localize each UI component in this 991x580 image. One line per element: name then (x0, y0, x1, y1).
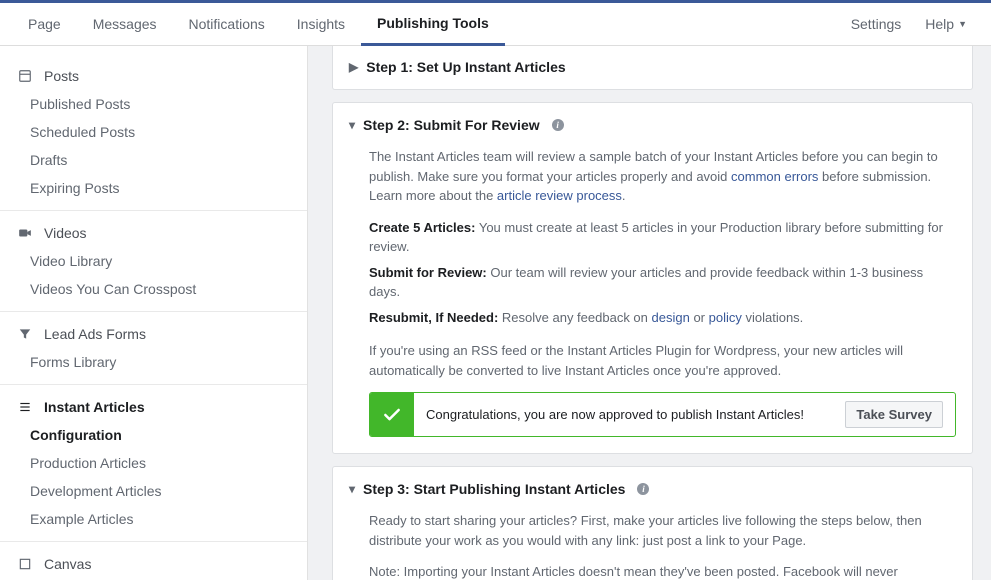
sidebar-header-canvas-label: Canvas (44, 556, 91, 572)
sidebar: Posts Published Posts Scheduled Posts Dr… (0, 46, 308, 580)
nav-help-label: Help (925, 16, 954, 32)
sidebar-header-lead-forms[interactable]: Lead Ads Forms (0, 320, 307, 348)
step3-p2: Note: Importing your Instant Articles do… (369, 562, 956, 580)
step3-p1: Ready to start sharing your articles? Fi… (369, 511, 956, 550)
canvas-icon (18, 557, 34, 571)
info-icon[interactable]: i (552, 119, 564, 131)
sidebar-header-lead-forms-label: Lead Ads Forms (44, 326, 146, 342)
tab-messages[interactable]: Messages (77, 3, 173, 46)
step2-submit-for-review: Submit for Review: Our team will review … (369, 263, 956, 302)
tab-publishing-tools[interactable]: Publishing Tools (361, 3, 505, 46)
main-content: ▶ Step 1: Set Up Instant Articles ▾ Step… (308, 46, 991, 580)
sidebar-item-forms-library[interactable]: Forms Library (0, 348, 307, 376)
sidebar-header-instant-articles[interactable]: Instant Articles (0, 393, 307, 421)
chevron-down-icon: ▾ (349, 482, 355, 496)
sidebar-item-drafts[interactable]: Drafts (0, 146, 307, 174)
sidebar-header-posts-label: Posts (44, 68, 79, 84)
video-icon (18, 226, 34, 240)
sidebar-header-videos-label: Videos (44, 225, 87, 241)
step3-header[interactable]: ▾ Step 3: Start Publishing Instant Artic… (333, 467, 972, 511)
step2-resubmit: Resubmit, If Needed: Resolve any feedbac… (369, 308, 956, 328)
link-policy[interactable]: policy (709, 310, 742, 325)
posts-icon (18, 69, 34, 83)
step2-intro: The Instant Articles team will review a … (369, 147, 956, 206)
success-message: Congratulations, you are now approved to… (426, 405, 804, 425)
link-article-review-process[interactable]: article review process (497, 188, 622, 203)
info-icon[interactable]: i (637, 483, 649, 495)
nav-help[interactable]: Help ▼ (913, 16, 979, 32)
take-survey-button[interactable]: Take Survey (845, 401, 943, 428)
tab-page[interactable]: Page (12, 3, 77, 46)
sidebar-item-expiring-posts[interactable]: Expiring Posts (0, 174, 307, 202)
checkmark-icon (370, 393, 414, 436)
step1-title: Step 1: Set Up Instant Articles (366, 59, 565, 75)
sidebar-header-posts[interactable]: Posts (0, 62, 307, 90)
sidebar-item-videos-crosspost[interactable]: Videos You Can Crosspost (0, 275, 307, 303)
list-icon (18, 400, 34, 414)
link-common-errors[interactable]: common errors (731, 169, 818, 184)
step1-header[interactable]: ▶ Step 1: Set Up Instant Articles (333, 46, 972, 89)
sidebar-header-canvas[interactable]: Canvas (0, 550, 307, 578)
sidebar-item-example-articles[interactable]: Example Articles (0, 505, 307, 533)
sidebar-header-videos[interactable]: Videos (0, 219, 307, 247)
top-nav: Page Messages Notifications Insights Pub… (0, 3, 991, 46)
filter-icon (18, 327, 34, 341)
nav-settings[interactable]: Settings (839, 16, 914, 32)
step3-panel: ▾ Step 3: Start Publishing Instant Artic… (332, 466, 973, 580)
step2-header[interactable]: ▾ Step 2: Submit For Review i (333, 103, 972, 147)
step2-create-articles: Create 5 Articles: You must create at le… (369, 218, 956, 257)
sidebar-header-instant-articles-label: Instant Articles (44, 399, 145, 415)
success-banner: Congratulations, you are now approved to… (369, 392, 956, 437)
sidebar-item-development-articles[interactable]: Development Articles (0, 477, 307, 505)
step2-rss-note: If you're using an RSS feed or the Insta… (369, 341, 956, 380)
link-design[interactable]: design (652, 310, 690, 325)
step1-panel: ▶ Step 1: Set Up Instant Articles (332, 46, 973, 90)
sidebar-item-production-articles[interactable]: Production Articles (0, 449, 307, 477)
step2-title: Step 2: Submit For Review (363, 117, 540, 133)
sidebar-item-scheduled-posts[interactable]: Scheduled Posts (0, 118, 307, 146)
sidebar-item-video-library[interactable]: Video Library (0, 247, 307, 275)
chevron-down-icon: ▾ (349, 118, 355, 132)
step3-title: Step 3: Start Publishing Instant Article… (363, 481, 625, 497)
sidebar-item-configuration[interactable]: Configuration (0, 421, 307, 449)
caret-down-icon: ▼ (958, 19, 967, 29)
sidebar-item-published-posts[interactable]: Published Posts (0, 90, 307, 118)
tab-insights[interactable]: Insights (281, 3, 361, 46)
chevron-right-icon: ▶ (349, 60, 358, 74)
tab-notifications[interactable]: Notifications (173, 3, 281, 46)
step2-panel: ▾ Step 2: Submit For Review i The Instan… (332, 102, 973, 454)
